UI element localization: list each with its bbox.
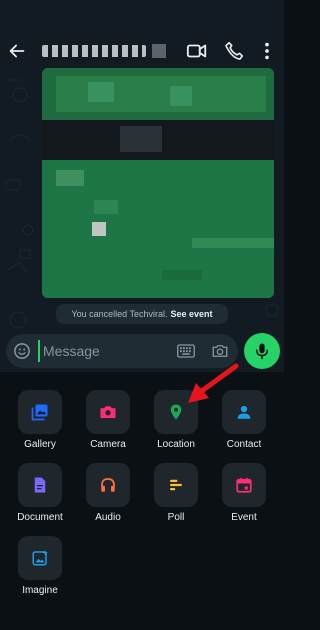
attach-tile (18, 463, 62, 507)
microphone-icon (256, 343, 268, 360)
redacted-name-block (42, 45, 146, 57)
attach-poll[interactable]: Poll (144, 463, 208, 529)
imagine-icon (32, 550, 48, 566)
attach-camera[interactable]: Camera (76, 390, 140, 456)
attach-label: Imagine (22, 585, 58, 596)
event-icon (236, 477, 252, 493)
pixelated-image (42, 160, 274, 298)
attach-event[interactable]: Event (212, 463, 276, 529)
message-input[interactable] (38, 340, 168, 362)
attach-imagine[interactable]: Imagine (8, 536, 72, 602)
pixelated-block (42, 68, 274, 120)
emoji-icon[interactable] (13, 342, 31, 360)
attach-audio[interactable]: Audio (76, 463, 140, 529)
poll-icon (170, 479, 182, 491)
document-icon (34, 477, 46, 493)
attach-tile (222, 463, 266, 507)
voice-call-icon[interactable] (223, 40, 245, 62)
attach-tile (86, 390, 130, 434)
whatsapp-chat-screen: You cancelled Techviral. See event Messa… (0, 0, 284, 630)
attach-label: Gallery (24, 439, 56, 450)
attach-tile (154, 463, 198, 507)
system-message: You cancelled Techviral. See event (56, 304, 228, 324)
video-call-icon[interactable] (186, 40, 208, 62)
annotation-arrow-icon (188, 363, 239, 403)
attach-document[interactable]: Document (8, 463, 72, 529)
voice-record-button[interactable] (244, 333, 280, 369)
attach-gallery[interactable]: Gallery (8, 390, 72, 456)
attach-tile (86, 463, 130, 507)
back-arrow-icon[interactable] (6, 40, 28, 62)
camera-icon[interactable] (211, 342, 229, 360)
chat-header (0, 30, 284, 72)
attach-tile (18, 390, 62, 434)
pixelated-media-message[interactable] (42, 68, 274, 298)
camera-icon (100, 406, 116, 418)
more-options-icon[interactable] (256, 40, 278, 62)
attach-label: Contact (226, 439, 262, 450)
attach-label: Poll (167, 512, 185, 523)
pixelated-block (42, 120, 274, 160)
keyboard-icon[interactable] (177, 343, 195, 359)
attach-tile (18, 536, 62, 580)
system-message-text: You cancelled Techviral. (71, 309, 168, 319)
attach-label: Audio (95, 512, 121, 523)
gallery-icon (31, 404, 48, 421)
attach-label: Camera (90, 439, 126, 450)
contact-name-redacted[interactable] (42, 42, 170, 60)
redacted-pixel-block (152, 44, 166, 58)
attach-label: Document (17, 512, 63, 523)
headphones-icon (101, 478, 115, 492)
attach-label: Event (231, 512, 257, 523)
attach-label: Location (157, 439, 195, 450)
see-event-link[interactable]: See event (171, 309, 213, 319)
